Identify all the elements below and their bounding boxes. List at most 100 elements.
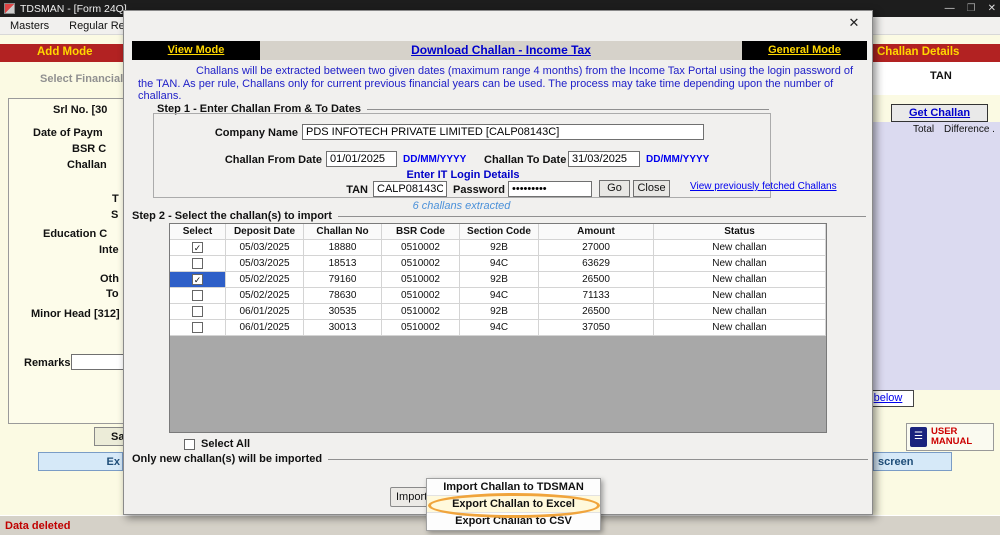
dialog-close-icon[interactable]: ✕ <box>846 15 862 31</box>
header-status: Status <box>654 224 826 240</box>
dialog-title: Download Challan - Income Tax <box>260 41 742 60</box>
cell-section-code: 92B <box>460 272 539 288</box>
select-all-row[interactable]: Select All <box>184 438 250 450</box>
challan-list-panel <box>873 122 1000 390</box>
to-date-format-label: DD/MM/YYYY <box>646 154 709 165</box>
table-row[interactable]: 05/03/202518513051000294C63629New challa… <box>170 256 826 272</box>
select-cell[interactable] <box>170 320 226 336</box>
header-deposit-date: Deposit Date <box>226 224 304 240</box>
cell-section-code: 94C <box>460 256 539 272</box>
cell-challan-no: 78630 <box>304 288 382 304</box>
step2-title-row: Step 2 - Select the challan(s) to import <box>132 210 866 222</box>
cell-section-code: 92B <box>460 304 539 320</box>
select-cell[interactable] <box>170 304 226 320</box>
below-link[interactable]: below <box>874 392 903 404</box>
cell-bsr-code: 0510002 <box>382 272 460 288</box>
password-input[interactable] <box>508 181 592 197</box>
cell-challan-no: 79160 <box>304 272 382 288</box>
screen-button[interactable]: screen <box>873 452 952 471</box>
tab-view-mode[interactable]: View Mode <box>132 41 260 60</box>
cell-challan-no: 30535 <box>304 304 382 320</box>
cell-status: New challan <box>654 256 826 272</box>
cell-amount: 26500 <box>539 272 654 288</box>
challan-details-button[interactable]: Challan Details <box>877 46 959 58</box>
close-login-button[interactable]: Close <box>633 180 670 197</box>
header-bsr-code: BSR Code <box>382 224 460 240</box>
status-message: Data deleted <box>5 520 70 532</box>
add-mode-button[interactable]: Add Mode <box>37 46 93 58</box>
menu-item-export-csv[interactable]: Export Challan to CSV <box>427 513 600 530</box>
maximize-button[interactable]: ❐ <box>967 3 976 14</box>
cell-challan-no: 30013 <box>304 320 382 336</box>
cell-deposit-date: 05/03/2025 <box>226 240 304 256</box>
step1-groupbox: Company Name Challan From Date DD/MM/YYY… <box>153 113 771 198</box>
cell-bsr-code: 0510002 <box>382 256 460 272</box>
import-note-row: Only new challan(s) will be imported <box>132 453 868 465</box>
cell-amount: 26500 <box>539 304 654 320</box>
cell-bsr-code: 0510002 <box>382 240 460 256</box>
header-section-code: Section Code <box>460 224 539 240</box>
cell-deposit-date: 05/03/2025 <box>226 256 304 272</box>
download-challan-dialog: ✕ View Mode Download Challan - Income Ta… <box>123 10 873 515</box>
select-cell[interactable]: ✓ <box>170 272 226 288</box>
dialog-tabrow: View Mode Download Challan - Income Tax … <box>132 41 867 60</box>
row-checkbox[interactable] <box>192 306 203 317</box>
cell-status: New challan <box>654 304 826 320</box>
challan-from-date-label: Challan From Date <box>204 154 322 166</box>
password-label: Password <box>453 184 503 196</box>
close-button[interactable]: ✕ <box>988 3 996 14</box>
step1-divider <box>367 109 769 110</box>
tan-label-right: TAN <box>930 70 952 82</box>
view-fetched-challans-link[interactable]: View previously fetched Challans <box>690 181 837 192</box>
row-checkbox[interactable]: ✓ <box>192 274 203 285</box>
cell-deposit-date: 06/01/2025 <box>226 304 304 320</box>
challan-to-date-input[interactable] <box>568 151 640 167</box>
select-all-checkbox[interactable] <box>184 439 195 450</box>
minor-head-label: Minor Head [312] <box>31 308 120 320</box>
select-cell[interactable] <box>170 256 226 272</box>
challan-from-date-input[interactable] <box>326 151 397 167</box>
row-checkbox[interactable] <box>192 258 203 269</box>
menu-item-import-tdsman[interactable]: Import Challan to TDSMAN <box>427 479 600 496</box>
row-checkbox[interactable]: ✓ <box>192 242 203 253</box>
tab-general-mode[interactable]: General Mode <box>742 41 867 60</box>
cell-section-code: 94C <box>460 320 539 336</box>
cell-status: New challan <box>654 320 826 336</box>
minimize-button[interactable]: — <box>945 3 955 14</box>
cell-status: New challan <box>654 272 826 288</box>
cell-bsr-code: 0510002 <box>382 304 460 320</box>
table-row[interactable]: 06/01/202530013051000294C37050New challa… <box>170 320 826 336</box>
select-cell[interactable] <box>170 288 226 304</box>
menu-item-export-excel[interactable]: Export Challan to Excel <box>427 496 600 513</box>
select-cell[interactable]: ✓ <box>170 240 226 256</box>
cell-bsr-code: 0510002 <box>382 320 460 336</box>
company-name-input[interactable] <box>302 124 704 140</box>
exit-button[interactable]: Ex <box>38 452 123 471</box>
row-checkbox[interactable] <box>192 322 203 333</box>
get-challan-button[interactable]: Get Challan <box>891 104 988 122</box>
bsr-code-label: BSR C <box>72 143 106 155</box>
table-row[interactable]: 06/01/202530535051000292B26500New challa… <box>170 304 826 320</box>
surcharge-label: S <box>111 209 118 221</box>
row-checkbox[interactable] <box>192 290 203 301</box>
cell-deposit-date: 05/02/2025 <box>226 272 304 288</box>
srl-no-label: Srl No. [30 <box>53 104 107 116</box>
table-row[interactable]: ✓ 05/02/202579160051000292B26500New chall… <box>170 272 826 288</box>
select-all-label: Select All <box>201 438 250 450</box>
screen: TDSMAN - [Form 24Q] — ❐ ✕ Masters Regula… <box>0 0 1000 535</box>
it-login-title: Enter IT Login Details <box>154 169 772 181</box>
user-manual-button[interactable]: ☰ USER MANUAL <box>906 423 994 451</box>
dialog-info-text: Challans will be extracted between two g… <box>138 65 860 103</box>
table-row[interactable]: ✓05/03/202518880051000292B27000New chall… <box>170 240 826 256</box>
app-icon <box>4 3 15 14</box>
header-challan-no: Challan No <box>304 224 382 240</box>
go-button[interactable]: Go <box>599 180 630 197</box>
import-export-context-menu: Import Challan to TDSMAN Export Challan … <box>426 478 601 531</box>
cell-status: New challan <box>654 288 826 304</box>
company-name-label: Company Name <box>206 127 298 139</box>
difference-column-label: Difference . <box>944 124 995 135</box>
tan-input[interactable] <box>373 181 447 197</box>
table-row[interactable]: 05/02/202578630051000294C71133New challa… <box>170 288 826 304</box>
cell-amount: 71133 <box>539 288 654 304</box>
menu-item-masters[interactable]: Masters <box>0 20 59 32</box>
